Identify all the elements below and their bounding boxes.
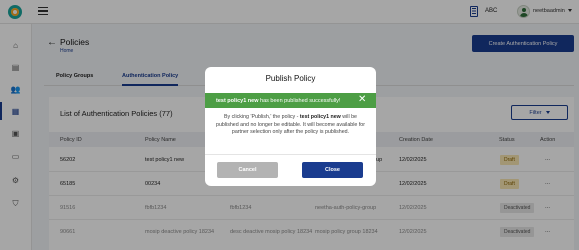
success-message-rest: has been published successfully! (258, 97, 341, 104)
modal-body-text: By clicking 'Publish,' the policy - test… (215, 114, 366, 137)
success-policy-name: test policy1 new (216, 97, 259, 104)
cancel-button[interactable]: Cancel (217, 162, 278, 178)
modal-title: Publish Policy (265, 74, 316, 83)
close-button[interactable]: Close (302, 162, 363, 178)
divider (205, 154, 376, 155)
success-banner: test policy1 new has been published succ… (205, 93, 376, 108)
success-message: test policy1 new has been published succ… (216, 98, 340, 104)
body-policy-name: test policy1 new (299, 114, 341, 120)
close-icon[interactable]: ✕ (358, 94, 366, 106)
body-text-part1: By clicking 'Publish,' the policy - (223, 114, 300, 120)
publish-policy-modal: Publish Policy test policy1 new has been… (205, 67, 376, 186)
